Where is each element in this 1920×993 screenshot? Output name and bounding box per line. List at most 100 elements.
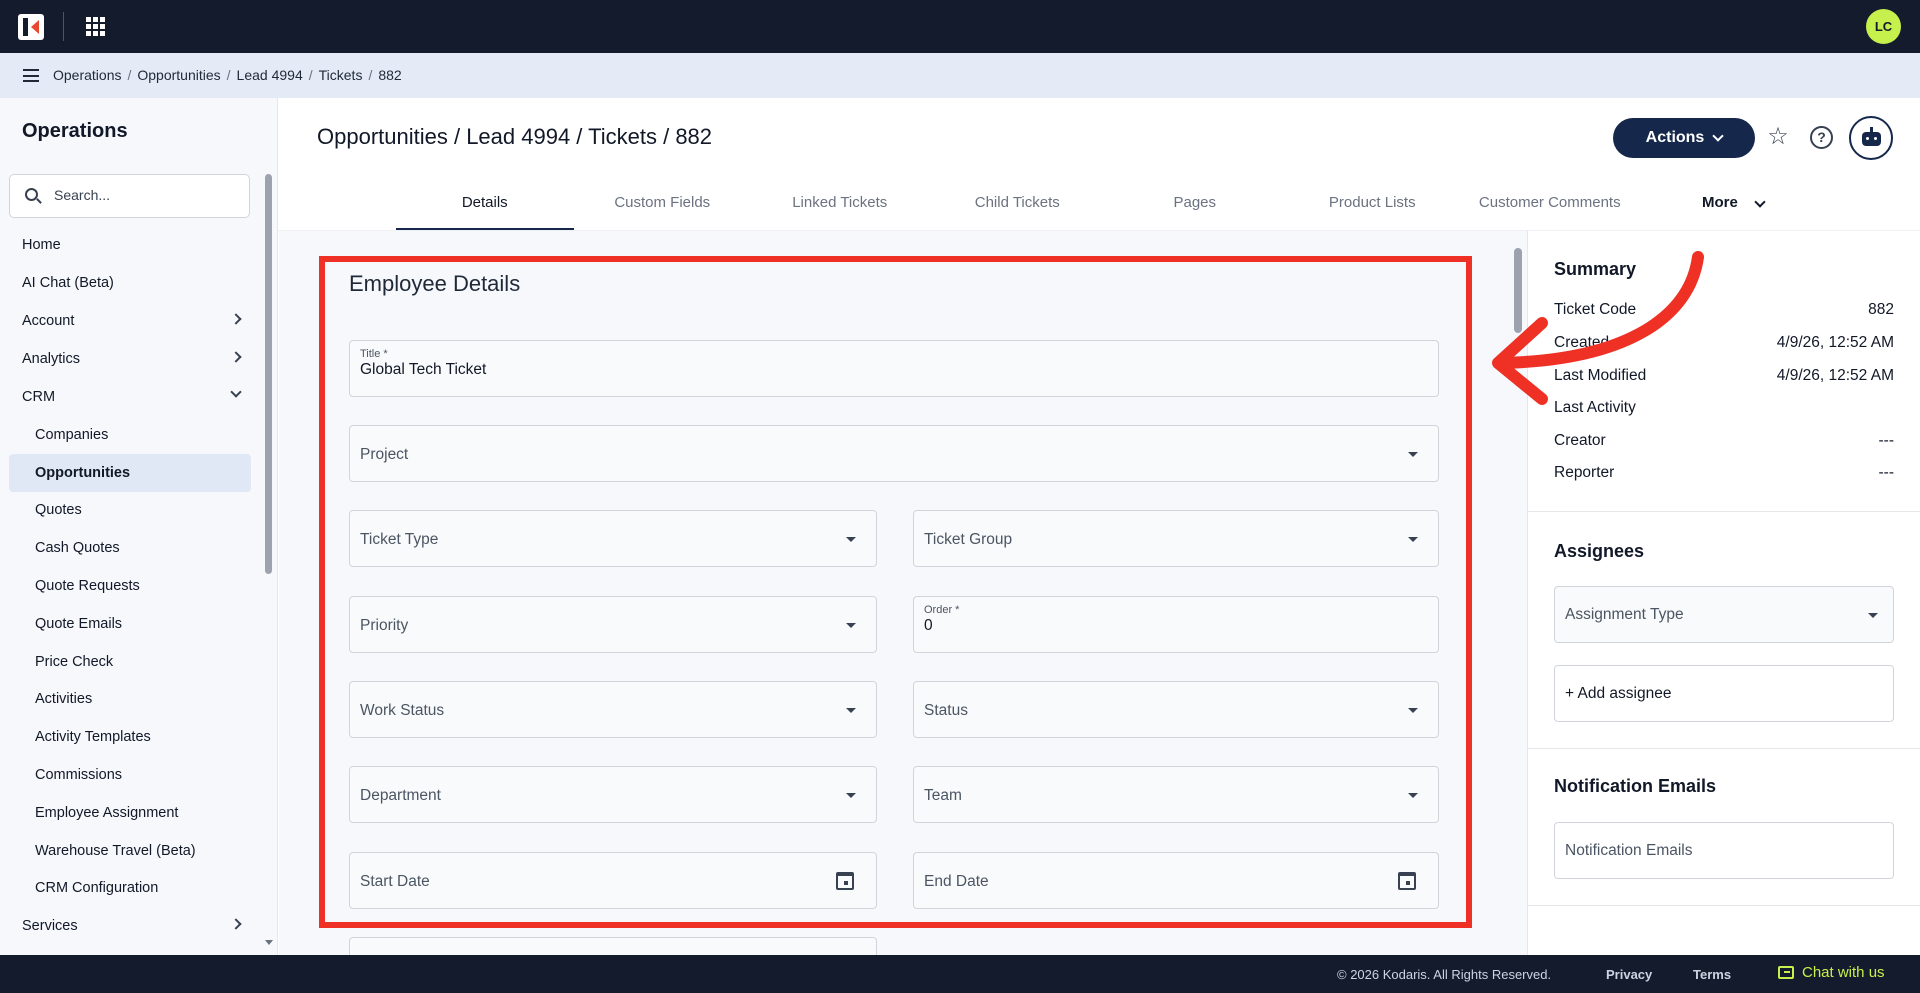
sidebar-item-label: Employee Assignment [35, 804, 179, 821]
apps-grid-icon[interactable] [86, 17, 105, 36]
assignment-type-label: Assignment Type [1565, 606, 1684, 623]
chevron-right-icon [230, 918, 242, 931]
sidebar-item-label: CRM [22, 389, 56, 405]
sidebar-item-activity-templates[interactable]: Activity Templates [0, 718, 262, 756]
actions-button-label: Actions [1645, 129, 1705, 146]
panel-divider [1527, 511, 1920, 512]
sidebar-item-label: Cash Quotes [35, 540, 120, 557]
sidebar-item-label: Opportunities [35, 464, 131, 481]
notification-emails-field[interactable]: Notification Emails [1554, 822, 1894, 879]
annotation-arrow [1492, 251, 1704, 405]
copyright-text: © 2026 Kodaris. All Rights Reserved. [1337, 967, 1552, 982]
sidebar-scrollbar[interactable] [265, 174, 272, 954]
sidebar-item-employee-assignment[interactable]: Employee Assignment [0, 794, 262, 832]
tab-child-tickets[interactable]: Child Tickets [929, 180, 1107, 230]
tab-product-lists[interactable]: Product Lists [1284, 180, 1462, 230]
sidebar-scrollbar-thumb[interactable] [265, 174, 272, 574]
summary-value: 882 [1868, 301, 1894, 318]
breadcrumb-separator: / [226, 67, 231, 83]
dropdown-caret-icon [1868, 613, 1878, 618]
sidebar-item-quotes[interactable]: Quotes [0, 492, 262, 530]
robot-icon [1862, 132, 1881, 146]
chevron-right-icon [230, 351, 242, 363]
highlight-annotation-box [319, 256, 1472, 928]
tab-pages[interactable]: Pages [1106, 180, 1284, 230]
sidebar-item-opportunities[interactable]: Opportunities [9, 453, 251, 492]
tab-more[interactable]: More [1702, 194, 1766, 211]
sidebar-item-home[interactable]: Home [0, 226, 262, 264]
sidebar-item-crm-configuration[interactable]: CRM Configuration [0, 870, 262, 908]
chevron-right-icon [230, 313, 242, 325]
breadcrumb-lead[interactable]: Lead 4994 [237, 67, 303, 83]
sidebar-item-cash-quotes[interactable]: Cash Quotes [0, 529, 262, 567]
sidebar-search[interactable] [9, 174, 250, 218]
sidebar-item-warehouse-travel[interactable]: Warehouse Travel (Beta) [0, 832, 262, 870]
sidebar-item-label: Quotes [35, 502, 82, 519]
next-field-partial[interactable] [349, 937, 877, 955]
breadcrumb-operations[interactable]: Operations [53, 67, 121, 83]
chevron-down-icon [230, 386, 242, 398]
sidebar-item-quote-emails[interactable]: Quote Emails [0, 605, 262, 643]
sidebar-item-label: Commissions [35, 767, 123, 784]
summary-row-reporter: Reporter --- [1554, 464, 1894, 482]
terms-link[interactable]: Terms [1693, 967, 1731, 982]
breadcrumb-ticket-number: 882 [378, 67, 402, 83]
favorite-star-icon[interactable]: ☆ [1765, 124, 1791, 150]
breadcrumb-tickets[interactable]: Tickets [319, 67, 363, 83]
add-assignee-button[interactable]: + Add assignee [1554, 665, 1894, 722]
breadcrumb-separator: / [127, 67, 132, 83]
tab-bar: Details Custom Fields Linked Tickets Chi… [396, 180, 1639, 230]
breadcrumb-opportunities[interactable]: Opportunities [137, 67, 220, 83]
sidebar-item-label: Account [22, 313, 75, 329]
tab-customer-comments[interactable]: Customer Comments [1461, 180, 1639, 230]
sidebar-title: Operations [22, 120, 128, 142]
sidebar-item-label: Home [22, 237, 61, 253]
chat-with-us-button[interactable]: Chat with us [1778, 964, 1885, 981]
tab-details[interactable]: Details [396, 180, 574, 230]
notification-emails-heading: Notification Emails [1554, 776, 1717, 796]
breadcrumb-separator: / [308, 67, 313, 83]
sidebar-item-companies[interactable]: Companies [0, 416, 262, 454]
help-icon[interactable]: ? [1810, 126, 1833, 149]
tab-custom-fields[interactable]: Custom Fields [574, 180, 752, 230]
summary-value: --- [1878, 432, 1895, 449]
sidebar-item-crm[interactable]: CRM [0, 378, 262, 416]
chat-icon [1778, 966, 1794, 979]
menu-icon[interactable] [23, 69, 39, 82]
sidebar-item-label: Analytics [22, 351, 81, 367]
summary-value: 4/9/26, 12:52 AM [1776, 334, 1894, 351]
tab-linked-tickets[interactable]: Linked Tickets [751, 180, 929, 230]
privacy-link[interactable]: Privacy [1606, 967, 1652, 982]
sidebar-item-analytics[interactable]: Analytics [0, 340, 262, 378]
page-title: Opportunities / Lead 4994 / Tickets / 88… [317, 124, 713, 149]
chevron-down-icon [1712, 130, 1724, 142]
sidebar-item-activities[interactable]: Activities [0, 681, 262, 719]
summary-label: Reporter [1554, 464, 1615, 481]
sidebar-search-input[interactable] [54, 187, 234, 203]
actions-button[interactable]: Actions [1613, 118, 1755, 158]
sidebar-item-label: Activities [35, 691, 93, 708]
tab-more-label: More [1702, 194, 1738, 211]
ai-assistant-button[interactable] [1849, 116, 1893, 160]
breadcrumb-separator: / [368, 67, 373, 83]
sidebar-item-commissions[interactable]: Commissions [0, 756, 262, 794]
panel-divider [1527, 748, 1920, 749]
sidebar-item-label: Quote Emails [35, 615, 123, 632]
kodaris-logo[interactable] [18, 14, 44, 40]
sidebar-item-quote-requests[interactable]: Quote Requests [0, 567, 262, 605]
divider [63, 12, 64, 41]
assignees-heading: Assignees [1554, 541, 1645, 561]
notification-emails-label: Notification Emails [1565, 842, 1693, 859]
sidebar-item-ai-chat[interactable]: AI Chat (Beta) [0, 264, 262, 302]
user-avatar[interactable]: LC [1866, 9, 1901, 44]
scroll-down-arrow-icon[interactable] [265, 940, 273, 945]
panel-divider [1527, 905, 1920, 906]
sidebar-item-account[interactable]: Account [0, 302, 262, 340]
sidebar-item-services[interactable]: Services [0, 907, 262, 945]
summary-value: 4/9/26, 12:52 AM [1776, 367, 1894, 384]
chevron-down-icon [1754, 195, 1766, 208]
assignment-type-select[interactable]: Assignment Type [1554, 586, 1894, 643]
sidebar-item-label: Activity Templates [35, 729, 151, 746]
sidebar-item-price-check[interactable]: Price Check [0, 643, 262, 681]
sidebar-item-label: CRM Configuration [35, 880, 159, 897]
